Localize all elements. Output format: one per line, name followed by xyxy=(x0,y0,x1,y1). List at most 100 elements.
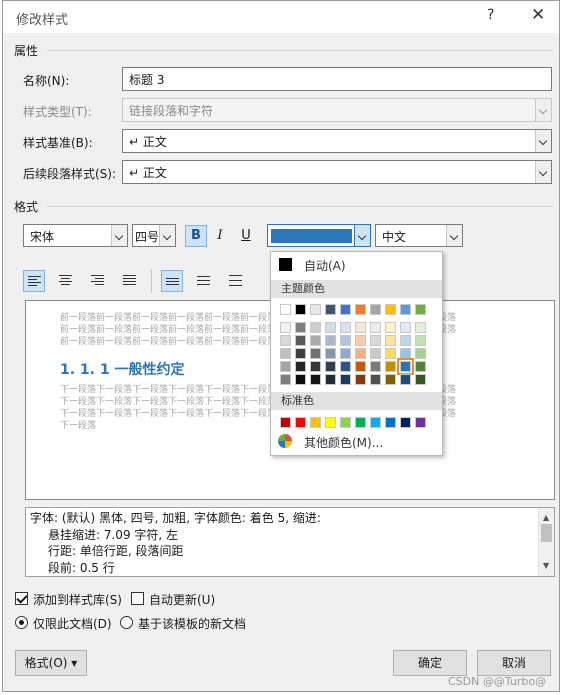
single-spacing-button[interactable] xyxy=(161,270,183,292)
theme-color-swatch[interactable] xyxy=(370,304,381,315)
standard-color-swatch[interactable] xyxy=(415,417,426,428)
theme-shade-swatch[interactable] xyxy=(400,322,411,333)
theme-shade-swatch[interactable] xyxy=(295,374,306,385)
scroll-down-icon[interactable]: ▼ xyxy=(543,558,549,575)
font-dropdown[interactable]: 宋体 xyxy=(23,224,128,247)
based-on-dropdown[interactable]: ↵ 正文 xyxy=(122,129,552,153)
double-spacing-button[interactable] xyxy=(225,270,247,292)
theme-shade-swatch[interactable] xyxy=(295,335,306,346)
theme-shade-swatch[interactable] xyxy=(400,335,411,346)
theme-color-swatch[interactable] xyxy=(400,304,411,315)
theme-shade-swatch[interactable] xyxy=(295,361,306,372)
theme-shade-swatch[interactable] xyxy=(370,361,381,372)
standard-color-swatch[interactable] xyxy=(385,417,396,428)
standard-color-swatch[interactable] xyxy=(295,417,306,428)
close-icon[interactable]: ✕ xyxy=(531,5,545,25)
theme-shade-swatch[interactable] xyxy=(355,374,366,385)
theme-shade-swatch[interactable] xyxy=(397,358,414,375)
align-left-button[interactable] xyxy=(23,270,45,292)
name-field[interactable]: 标题 3 xyxy=(122,67,552,91)
theme-shade-swatch[interactable] xyxy=(280,361,291,372)
theme-shade-swatch[interactable] xyxy=(355,348,366,359)
justify-button[interactable] xyxy=(119,270,141,292)
theme-shade-swatch[interactable] xyxy=(340,374,351,385)
theme-shade-swatch[interactable] xyxy=(340,348,351,359)
italic-button[interactable]: I xyxy=(209,225,231,247)
theme-shade-swatch[interactable] xyxy=(370,335,381,346)
theme-shade-swatch[interactable] xyxy=(325,348,336,359)
theme-color-swatch[interactable] xyxy=(280,304,291,315)
theme-color-swatch[interactable] xyxy=(415,304,426,315)
theme-shade-swatch[interactable] xyxy=(385,374,396,385)
help-button[interactable]: ? xyxy=(487,7,494,23)
theme-color-swatch[interactable] xyxy=(355,304,366,315)
theme-shade-swatch[interactable] xyxy=(355,322,366,333)
standard-color-swatch[interactable] xyxy=(340,417,351,428)
underline-button[interactable]: U xyxy=(235,225,257,247)
theme-color-swatch[interactable] xyxy=(340,304,351,315)
theme-shade-swatch[interactable] xyxy=(355,335,366,346)
theme-shade-swatch[interactable] xyxy=(415,374,426,385)
one-half-spacing-button[interactable] xyxy=(193,270,215,292)
theme-shade-swatch[interactable] xyxy=(280,322,291,333)
theme-shade-swatch[interactable] xyxy=(385,361,396,372)
theme-shade-swatch[interactable] xyxy=(280,335,291,346)
standard-color-swatch[interactable] xyxy=(280,417,291,428)
theme-shade-swatch[interactable] xyxy=(310,335,321,346)
automatic-color-swatch[interactable] xyxy=(279,258,292,271)
theme-shade-swatch[interactable] xyxy=(340,322,351,333)
font-color-dropdown[interactable] xyxy=(267,224,371,247)
theme-shade-swatch[interactable] xyxy=(325,374,336,385)
automatic-color-option[interactable]: 自动(A) xyxy=(304,257,346,274)
more-colors-option[interactable]: 其他颜色(M)... xyxy=(304,434,383,451)
theme-shade-swatch[interactable] xyxy=(370,322,381,333)
theme-shade-swatch[interactable] xyxy=(355,361,366,372)
theme-shade-swatch[interactable] xyxy=(295,322,306,333)
theme-shade-swatch[interactable] xyxy=(310,322,321,333)
script-dropdown[interactable]: 中文 xyxy=(375,224,463,247)
theme-shade-swatch[interactable] xyxy=(310,374,321,385)
theme-shade-swatch[interactable] xyxy=(310,361,321,372)
theme-shade-swatch[interactable] xyxy=(280,374,291,385)
theme-shade-swatch[interactable] xyxy=(325,361,336,372)
theme-shade-swatch[interactable] xyxy=(325,322,336,333)
following-style-dropdown[interactable]: ↵ 正文 xyxy=(122,160,552,184)
format-menu-button[interactable]: 格式(O) ▾ xyxy=(15,650,87,676)
theme-shade-swatch[interactable] xyxy=(370,374,381,385)
theme-shade-swatch[interactable] xyxy=(385,348,396,359)
theme-shade-swatch[interactable] xyxy=(385,335,396,346)
scroll-thumb[interactable] xyxy=(541,524,552,542)
theme-shade-swatch[interactable] xyxy=(370,348,381,359)
theme-shade-swatch[interactable] xyxy=(295,348,306,359)
theme-shade-swatch[interactable] xyxy=(325,335,336,346)
cancel-button[interactable]: 取消 xyxy=(477,650,551,676)
description-scrollbar[interactable]: ▲ ▼ xyxy=(538,508,554,576)
align-center-button[interactable] xyxy=(55,270,77,292)
ok-button[interactable]: 确定 xyxy=(393,650,467,676)
add-to-gallery-checkbox[interactable] xyxy=(15,592,28,605)
theme-color-swatch[interactable] xyxy=(310,304,321,315)
theme-shade-swatch[interactable] xyxy=(415,348,426,359)
auto-update-checkbox[interactable] xyxy=(131,592,144,605)
theme-shade-swatch[interactable] xyxy=(400,348,411,359)
theme-shade-swatch[interactable] xyxy=(340,361,351,372)
theme-shade-swatch[interactable] xyxy=(415,335,426,346)
theme-color-swatch[interactable] xyxy=(385,304,396,315)
align-right-button[interactable] xyxy=(87,270,109,292)
theme-color-swatch[interactable] xyxy=(295,304,306,315)
theme-color-swatch[interactable] xyxy=(325,304,336,315)
theme-shade-swatch[interactable] xyxy=(310,348,321,359)
font-size-dropdown[interactable]: 四号 xyxy=(132,224,176,247)
theme-shade-swatch[interactable] xyxy=(280,348,291,359)
standard-color-swatch[interactable] xyxy=(355,417,366,428)
theme-shade-swatch[interactable] xyxy=(400,374,411,385)
theme-shade-swatch[interactable] xyxy=(415,322,426,333)
theme-shade-swatch[interactable] xyxy=(385,322,396,333)
standard-color-swatch[interactable] xyxy=(370,417,381,428)
new-documents-template-radio[interactable] xyxy=(120,616,133,629)
standard-color-swatch[interactable] xyxy=(400,417,411,428)
standard-color-swatch[interactable] xyxy=(310,417,321,428)
theme-shade-swatch[interactable] xyxy=(340,335,351,346)
theme-shade-swatch[interactable] xyxy=(415,361,426,372)
bold-button[interactable]: B xyxy=(185,225,207,247)
